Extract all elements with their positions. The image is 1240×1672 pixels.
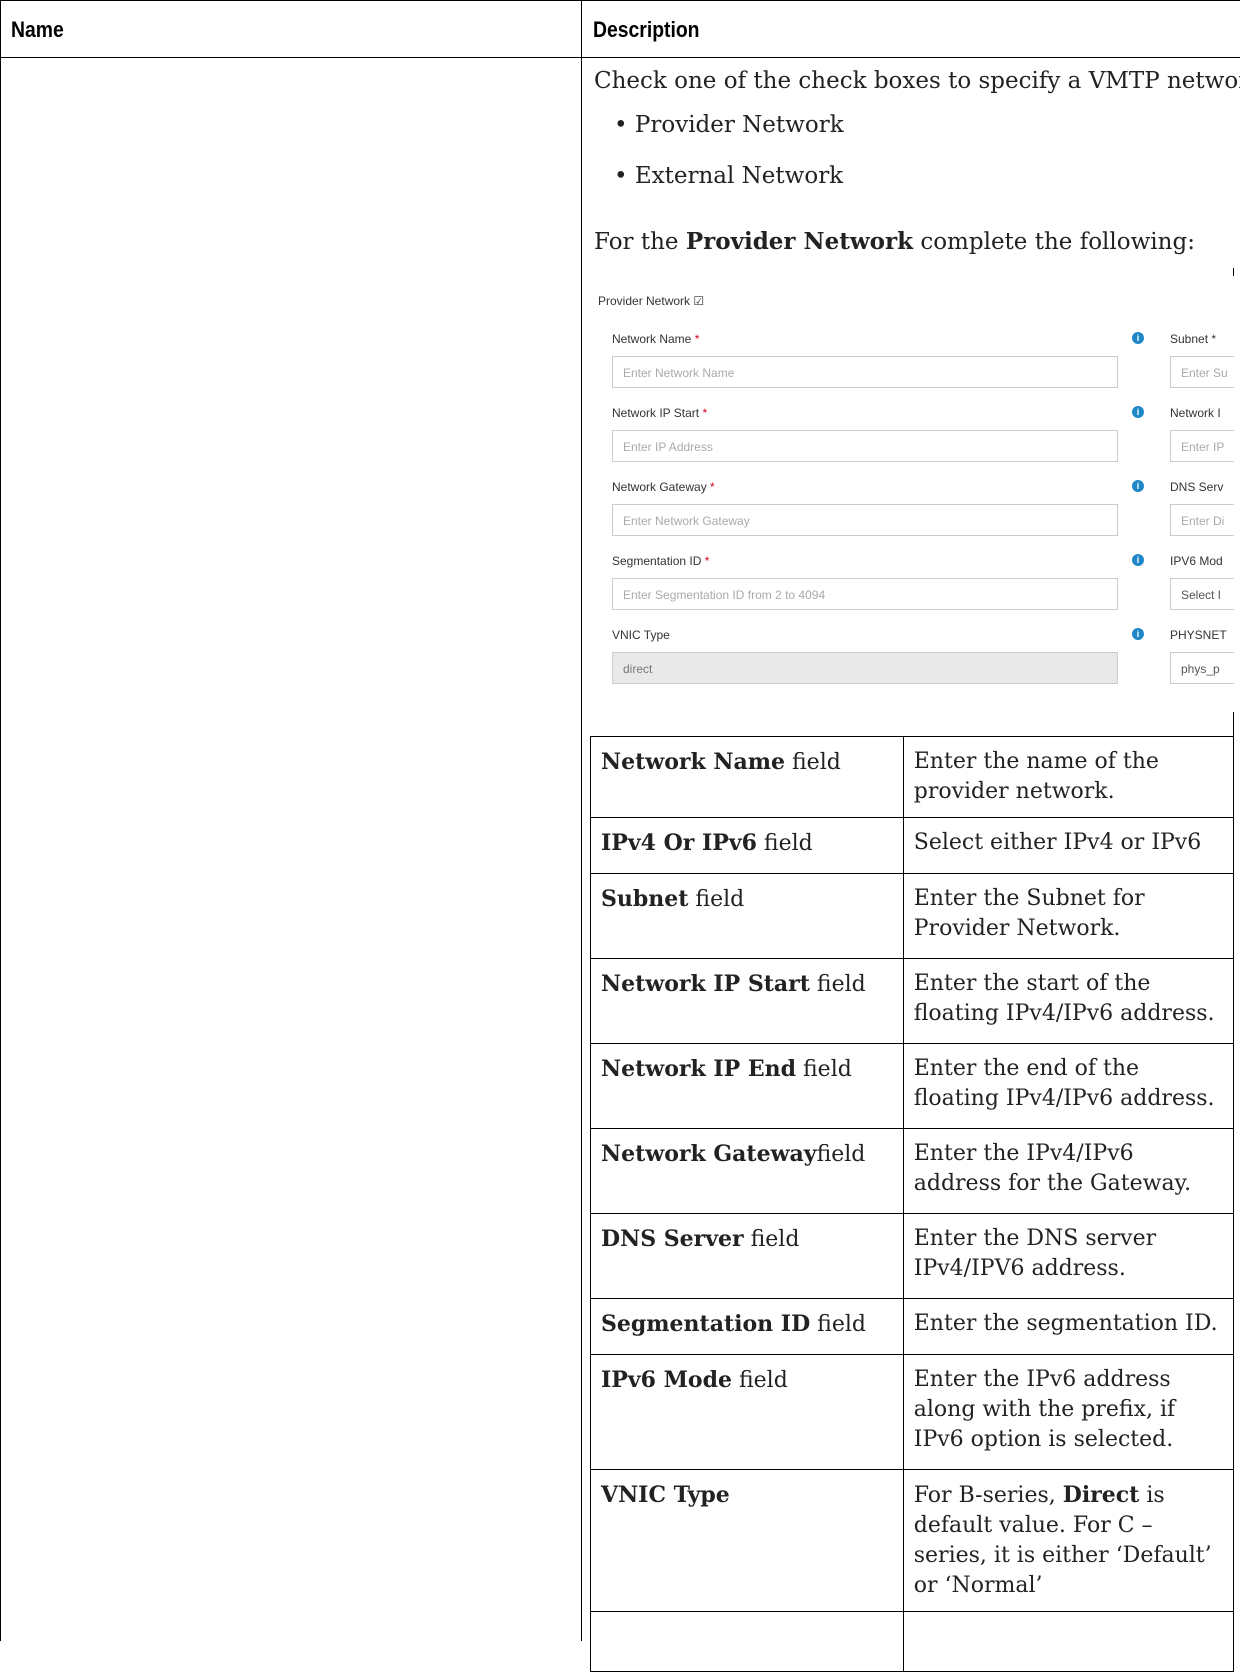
ipv6-mode-select[interactable]: Select I: [1170, 578, 1234, 610]
field-name-cell: Network IP End field: [590, 1043, 904, 1129]
table-row: Network Gatewayfield Enter the IPv4/IPv6…: [590, 1128, 1235, 1214]
provider-network-form-screenshot: Provider Network ☑ Network Name * i Ente…: [594, 276, 1234, 720]
field-description-cell: Enter the DNS server IPv4/IPV6 address.: [902, 1213, 1235, 1299]
provider-network-checkbox-label[interactable]: Provider Network ☑: [598, 294, 704, 308]
fields-table: Network Name field Enter the name of the…: [590, 736, 1235, 1672]
option-external-network: • External Network: [614, 163, 844, 189]
info-icon[interactable]: i: [1132, 628, 1144, 640]
field-description-cell: Enter the end of the floating IPv4/IPv6 …: [902, 1043, 1235, 1129]
field-name-cell: VNIC Type: [590, 1469, 904, 1612]
table-row: IPv6 Mode field Enter the IPv6 address a…: [590, 1354, 1235, 1470]
field-name-cell: Subnet field: [590, 873, 904, 959]
table-row: Segmentation ID field Enter the segmenta…: [590, 1298, 1235, 1355]
field-description-cell: Enter the segmentation ID.: [902, 1298, 1235, 1355]
info-icon[interactable]: i: [1132, 480, 1144, 492]
field-name-cell: Network Name field: [590, 736, 904, 818]
info-icon[interactable]: i: [1132, 554, 1144, 566]
field-description-cell: Enter the start of the floating IPv4/IPv…: [902, 958, 1235, 1044]
network-gateway-input[interactable]: Enter Network Gateway: [612, 504, 1118, 536]
field-name-cell: IPv4 Or IPv6 field: [590, 817, 904, 874]
field-description-cell: Enter the IPv4/IPv6 address for the Gate…: [902, 1128, 1235, 1214]
provider-intro: For the Provider Network complete the fo…: [594, 228, 1195, 255]
field-description-cell: Enter the IPv6 address along with the pr…: [902, 1354, 1235, 1470]
segmentation-id-input[interactable]: Enter Segmentation ID from 2 to 4094: [612, 578, 1118, 610]
field-description-cell: [902, 1611, 1235, 1672]
physnet-input[interactable]: phys_p: [1170, 652, 1234, 684]
vnic-type-label: VNIC Type: [612, 628, 670, 642]
option-provider-network: • Provider Network: [614, 112, 844, 138]
field-description-cell: For B-series, Direct is default value. F…: [902, 1469, 1235, 1612]
table-header-row: Name Description: [1, 1, 1240, 58]
screenshot-edge-bottom: [1233, 712, 1234, 736]
table-row: Network Name field Enter the name of the…: [590, 736, 1235, 818]
network-gateway-label: Network Gateway *: [612, 480, 715, 494]
ipv6-mode-label: IPV6 Mod: [1170, 554, 1223, 568]
dns-server-input[interactable]: Enter Di: [1170, 504, 1234, 536]
vnic-type-input: direct: [612, 652, 1118, 684]
info-icon[interactable]: i: [1132, 406, 1144, 418]
table-row: [590, 1611, 1235, 1672]
table-row: VNIC Type For B-series, Direct is defaul…: [590, 1469, 1235, 1612]
segmentation-id-label: Segmentation ID *: [612, 554, 710, 568]
field-name-cell: [590, 1611, 904, 1672]
table-row: Subnet field Enter the Subnet for Provid…: [590, 873, 1235, 959]
network-name-label: Network Name *: [612, 332, 700, 346]
column-divider: [581, 1, 582, 1641]
info-icon[interactable]: i: [1132, 332, 1144, 344]
network-ip-start-label: Network IP Start *: [612, 406, 708, 420]
header-description: Description: [593, 17, 700, 42]
network-ip-end-label: Network I: [1170, 406, 1221, 420]
table-row: Network IP End field Enter the end of th…: [590, 1043, 1235, 1129]
network-ip-start-input[interactable]: Enter IP Address: [612, 430, 1118, 462]
field-name-cell: IPv6 Mode field: [590, 1354, 904, 1470]
network-ip-end-input[interactable]: Enter IP: [1170, 430, 1234, 462]
header-name: Name: [11, 17, 64, 42]
physnet-label: PHYSNET: [1170, 628, 1227, 642]
dns-server-label: DNS Serv: [1170, 480, 1224, 494]
subnet-label: Subnet *: [1170, 332, 1217, 346]
subnet-input[interactable]: Enter Su: [1170, 356, 1234, 388]
field-description-cell: Select either IPv4 or IPv6: [902, 817, 1235, 874]
field-name-cell: Network Gatewayfield: [590, 1128, 904, 1214]
table-row: DNS Server field Enter the DNS server IP…: [590, 1213, 1235, 1299]
field-name-cell: Network IP Start field: [590, 958, 904, 1044]
table-row: IPv4 Or IPv6 field Select either IPv4 or…: [590, 817, 1235, 874]
field-name-cell: DNS Server field: [590, 1213, 904, 1299]
field-description-cell: Enter the Subnet for Provider Network.: [902, 873, 1235, 959]
network-name-input[interactable]: Enter Network Name: [612, 356, 1118, 388]
field-description-cell: Enter the name of the provider network.: [902, 736, 1235, 818]
table-row: Network IP Start field Enter the start o…: [590, 958, 1235, 1044]
field-name-cell: Segmentation ID field: [590, 1298, 904, 1355]
intro-text: Check one of the check boxes to specify …: [594, 68, 1240, 94]
